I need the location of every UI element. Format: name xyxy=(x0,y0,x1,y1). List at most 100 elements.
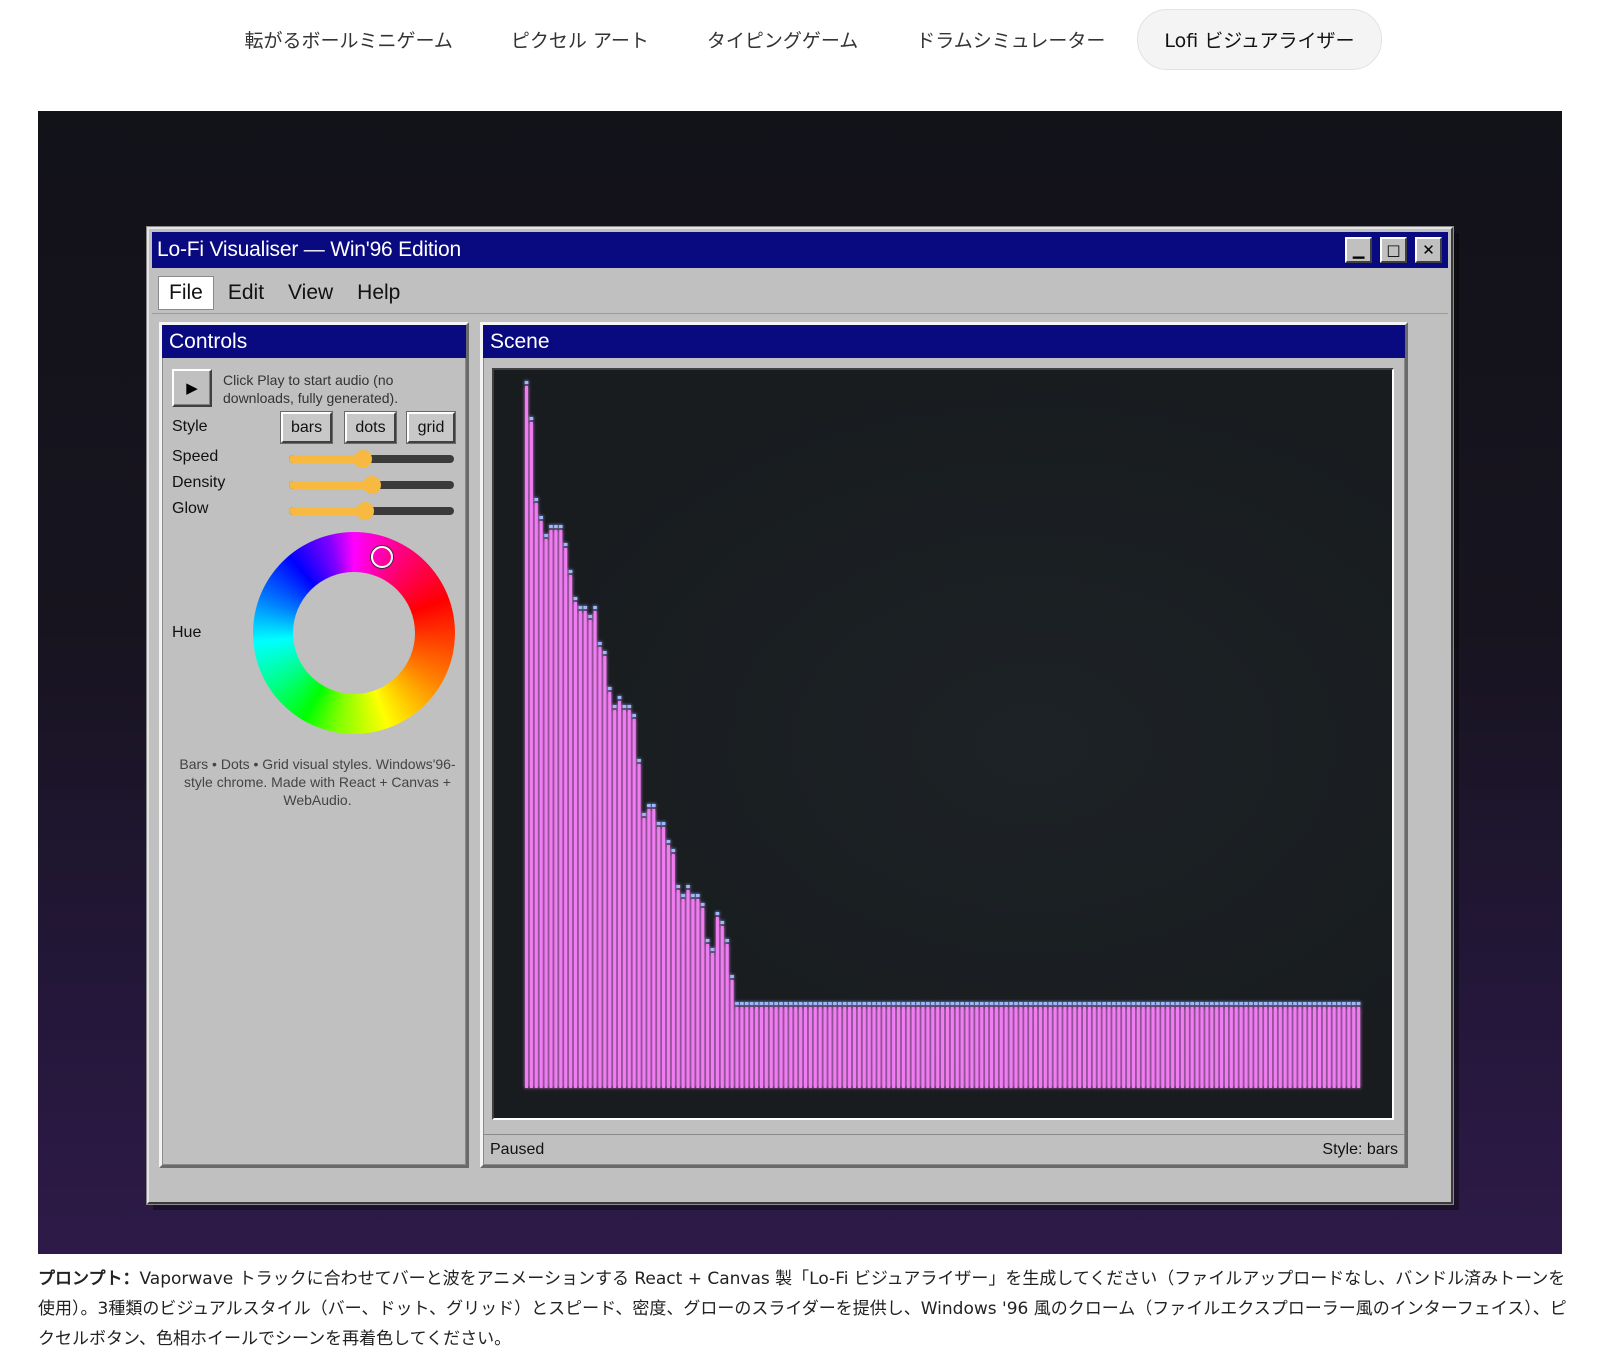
visualizer-peak-dot xyxy=(852,1002,857,1005)
visualizer-bar xyxy=(926,1007,930,1088)
visualizer-bar xyxy=(755,1007,759,1088)
visualizer-bar xyxy=(569,575,573,1088)
glow-slider[interactable] xyxy=(289,502,454,520)
menu-bar: File Edit View Help xyxy=(152,272,1448,314)
density-label: Density xyxy=(172,474,226,491)
tab-pixel-art[interactable]: ピクセル アート xyxy=(485,10,675,69)
density-slider-knob[interactable] xyxy=(362,476,381,494)
visualizer-peak-dot xyxy=(759,1002,764,1005)
visualizer-bar xyxy=(549,530,553,1088)
visualizer-bar xyxy=(818,1007,822,1088)
controls-panel-title: Controls xyxy=(162,325,466,358)
style-dots-button[interactable]: dots xyxy=(345,412,396,443)
visualizer-bar xyxy=(711,953,715,1088)
visualizer-bar xyxy=(691,899,695,1088)
visualizer-peak-dot xyxy=(1014,1002,1018,1005)
visualizer-peak-dot xyxy=(691,894,695,897)
visualizer-peak-dot xyxy=(1307,1002,1312,1005)
visualizer-peak-dot xyxy=(1165,1002,1170,1005)
menu-view[interactable]: View xyxy=(278,277,343,309)
visualizer-peak-dot xyxy=(1102,1002,1106,1005)
visualizer-bar xyxy=(1278,1007,1282,1088)
visualizer-bar xyxy=(1087,1007,1091,1088)
visualizer-bar xyxy=(578,611,582,1088)
visualizer-peak-dot xyxy=(1170,1002,1175,1005)
visualizer-peak-dot xyxy=(1092,1002,1097,1005)
visualizer-peak-dot xyxy=(1342,1002,1346,1005)
visualizer-peak-dot xyxy=(1205,1002,1209,1005)
visualizer-bar xyxy=(593,611,597,1088)
visualizer-bar xyxy=(652,809,656,1088)
visualizer-bar xyxy=(525,386,529,1088)
hue-wheel[interactable] xyxy=(253,532,455,734)
visualizer-bar xyxy=(1337,1007,1341,1088)
scene-panel: Scene Paused Style: bars xyxy=(480,322,1408,1168)
visualizer-bar xyxy=(1176,1007,1180,1088)
visualizer-peak-dot xyxy=(975,1002,979,1005)
visualizer-bar xyxy=(740,1007,744,1088)
visualizer-peak-dot xyxy=(1258,1002,1263,1005)
visualizer-canvas[interactable] xyxy=(492,368,1394,1120)
controls-panel: Controls ▶ Click Play to start audio (no… xyxy=(159,322,469,1168)
visualizer-bar xyxy=(799,1007,803,1088)
visualizer-peak-dot xyxy=(901,1002,906,1005)
menu-edit[interactable]: Edit xyxy=(218,277,274,309)
visualizer-peak-dot xyxy=(563,543,568,546)
visualizer-peak-dot xyxy=(1332,1002,1336,1005)
visualizer-peak-dot xyxy=(1180,1002,1185,1005)
visualizer-bar xyxy=(960,1007,964,1088)
visualizer-bar xyxy=(1053,1007,1057,1088)
style-grid-button[interactable]: grid xyxy=(407,412,455,443)
visualizer-bar xyxy=(1127,1007,1131,1088)
speed-slider-knob[interactable] xyxy=(354,450,373,468)
visualizer-bar xyxy=(1220,1007,1224,1088)
visualizer-bar xyxy=(1004,1007,1008,1088)
visualizer-peak-dot xyxy=(1200,1002,1204,1005)
visualizer-peak-dot xyxy=(921,1002,925,1005)
visualizer-bar xyxy=(887,1007,891,1088)
glow-slider-knob[interactable] xyxy=(355,502,374,520)
visualizer-peak-dot xyxy=(1190,1002,1195,1005)
visualizer-bar xyxy=(750,1007,754,1088)
visualizer-peak-dot xyxy=(686,885,690,888)
close-button[interactable]: ✕ xyxy=(1415,237,1442,263)
visualizer-bar xyxy=(647,809,651,1088)
visualizer-peak-dot xyxy=(940,1002,945,1005)
visualizer-bar xyxy=(1073,1007,1077,1088)
visualizer-bar xyxy=(1249,1007,1253,1088)
visualizer-bar xyxy=(701,908,705,1088)
status-style: Style: bars xyxy=(1322,1141,1398,1158)
visualizer-peak-dot xyxy=(1121,1002,1126,1005)
tab-drum-simulator[interactable]: ドラムシミュレーター xyxy=(890,10,1131,69)
menu-file[interactable]: File xyxy=(158,275,214,310)
hue-wheel-knob[interactable] xyxy=(370,545,393,568)
menu-help[interactable]: Help xyxy=(347,277,410,309)
speed-slider[interactable] xyxy=(289,450,454,468)
caption-prefix: プロンプト： xyxy=(38,1269,140,1289)
visualizer-peak-dot xyxy=(1244,1002,1248,1005)
speed-label: Speed xyxy=(172,448,219,465)
visualizer-bar xyxy=(1288,1007,1292,1088)
density-slider[interactable] xyxy=(289,476,454,494)
style-bars-button[interactable]: bars xyxy=(281,412,332,443)
visualizer-bar xyxy=(1112,1007,1116,1088)
minimize-button[interactable]: ▁ xyxy=(1345,237,1372,263)
title-bar[interactable]: Lo-Fi Visualiser — Win'96 Edition ▁ □ ✕ xyxy=(152,232,1448,268)
visualizer-bar xyxy=(941,1007,945,1088)
visualizer-bar xyxy=(985,1007,989,1088)
visualizer-bar xyxy=(1024,1007,1028,1088)
tab-typing-game[interactable]: タイピングゲーム xyxy=(681,10,884,69)
visualizer-bar xyxy=(990,1007,994,1088)
visualizer-peak-dot xyxy=(710,948,715,951)
maximize-button[interactable]: □ xyxy=(1380,237,1407,263)
visualizer-peak-dot xyxy=(612,705,617,708)
visualizer-peak-dot xyxy=(554,525,558,528)
visualizer-peak-dot xyxy=(661,822,666,825)
visualizer-bar xyxy=(1195,1007,1199,1088)
play-button[interactable]: ▶ xyxy=(172,369,212,407)
visualizer-peak-dot xyxy=(651,804,656,807)
tab-rolling-ball[interactable]: 転がるボールミニゲーム xyxy=(218,10,478,69)
tab-lofi-visualizer[interactable]: Lofi ビジュアライザー xyxy=(1137,8,1382,70)
visualizer-peak-dot xyxy=(1146,1002,1150,1005)
visualizer-bar xyxy=(1029,1007,1033,1088)
